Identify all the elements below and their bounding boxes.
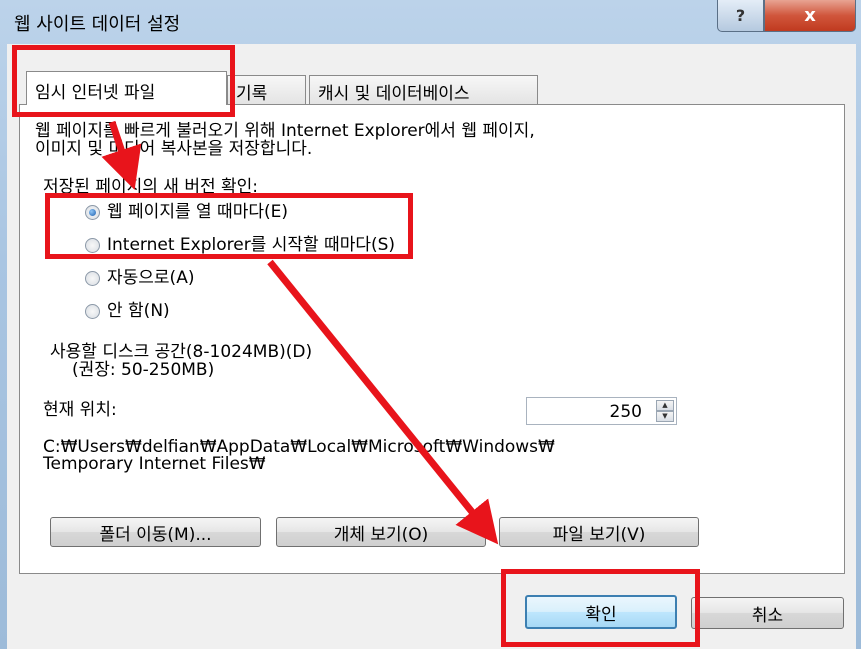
arrow-tab-to-radio	[101, 120, 142, 190]
annotation-arrows	[101, 120, 499, 545]
settings-dialog: 웹 사이트 데이터 설정 ? x 임시 인터넷 파일 기록 캐시 및 데이터베이…	[0, 0, 861, 649]
arrow-radio-to-ok	[267, 259, 499, 545]
